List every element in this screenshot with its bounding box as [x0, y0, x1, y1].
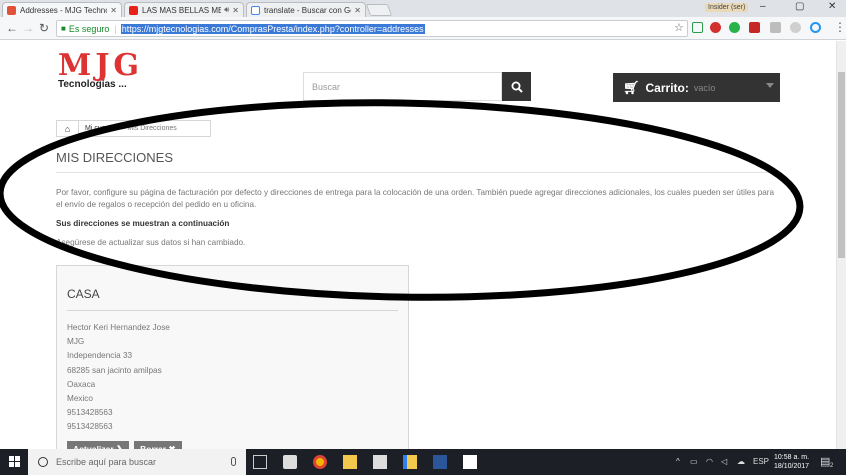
extension-blue-icon[interactable]: [810, 22, 821, 33]
cortana-icon: [38, 457, 48, 467]
word-icon[interactable]: [433, 455, 447, 469]
extension-shield-icon[interactable]: [692, 22, 703, 33]
microphone-icon[interactable]: [231, 457, 236, 466]
back-icon[interactable]: ←: [6, 21, 18, 35]
minimize-icon[interactable]: –: [760, 1, 766, 12]
system-clock[interactable]: 10:58 a. m. 18/10/2017: [774, 453, 809, 471]
battery-icon[interactable]: ▭: [690, 457, 698, 466]
tab-title: translate - Buscar con Go: [264, 5, 352, 15]
notepad-icon[interactable]: [463, 455, 477, 469]
clock-time: 10:58 a. m.: [774, 454, 810, 461]
extension-pocket-icon[interactable]: [749, 22, 760, 33]
browser-tab-strip: Addresses - MJG Technolo ✕ LAS MAS BELLA…: [0, 0, 846, 17]
extension-abp-icon[interactable]: [710, 22, 721, 33]
task-view-icon[interactable]: [253, 455, 267, 469]
favicon-icon: [7, 5, 16, 15]
onedrive-icon[interactable]: ☁︎: [737, 457, 745, 466]
tab-addresses[interactable]: Addresses - MJG Technolo ✕: [2, 2, 122, 17]
store-icon[interactable]: [283, 455, 297, 469]
close-tab-icon[interactable]: ✕: [232, 6, 239, 15]
extension-gray-icon[interactable]: [770, 22, 781, 33]
new-tab-button[interactable]: [365, 4, 393, 16]
browser-toolbar: ← → ↻ ■ Es seguro | https://mjgtecnologi…: [0, 17, 846, 40]
divider: |: [114, 23, 117, 34]
tray-chevron-icon[interactable]: ^: [676, 457, 680, 466]
file-explorer-icon[interactable]: [343, 455, 357, 469]
reload-icon[interactable]: ↻: [39, 21, 49, 35]
language-indicator[interactable]: ESP: [753, 457, 769, 466]
tab-translate[interactable]: translate - Buscar con Go ✕: [246, 2, 366, 17]
menu-kebab-icon[interactable]: ⋮: [834, 20, 846, 34]
address-bar[interactable]: ■ Es seguro | https://mjgtecnologias.com…: [56, 20, 688, 37]
secure-label: Es seguro: [68, 23, 110, 34]
secure-indicator[interactable]: ■ Es seguro: [61, 24, 109, 34]
extension-cloud-icon[interactable]: [790, 22, 801, 33]
close-window-icon[interactable]: ✕: [828, 1, 836, 12]
google-icon: [251, 5, 260, 15]
extension-green-icon[interactable]: [729, 22, 740, 33]
taskbar-search-input[interactable]: Escribe aquí para buscar: [28, 449, 246, 475]
bookmark-star-icon[interactable]: ☆: [674, 21, 684, 34]
scrollbar-thumb[interactable]: [838, 72, 845, 258]
speaker-icon[interactable]: 🔊︎: [224, 5, 229, 15]
web-page: MJG Tecnologías ... Buscar 🛒︎ Carrito: v…: [0, 41, 836, 449]
clock-date: 18/10/2017: [774, 463, 810, 470]
close-tab-icon[interactable]: ✕: [110, 6, 117, 15]
volume-icon[interactable]: ◁: [721, 457, 727, 466]
forward-icon[interactable]: →: [22, 21, 34, 35]
annotation-oval: [0, 99, 804, 301]
windows-start-icon[interactable]: [9, 456, 20, 467]
tab-title: Addresses - MJG Technolo: [20, 5, 108, 15]
sticky-notes-icon[interactable]: [403, 455, 417, 469]
taskbar-search-placeholder: Escribe aquí para buscar: [56, 457, 157, 467]
close-tab-icon[interactable]: ✕: [354, 6, 361, 15]
youtube-icon: [129, 5, 138, 15]
profile-chip[interactable]: Insider (ser): [705, 3, 749, 12]
chrome-icon[interactable]: [313, 455, 327, 469]
url-text[interactable]: https://mjgtecnologias.com/ComprasPresta…: [120, 23, 425, 34]
wifi-icon[interactable]: ◠: [706, 457, 713, 466]
tab-title: LAS MAS BELLAS MELO: [142, 5, 221, 15]
mail-icon[interactable]: [373, 455, 387, 469]
lock-icon: ■: [61, 24, 66, 33]
windows-taskbar: Escribe aquí para buscar ^ ▭ ◠ ◁ ☁︎ ESP …: [0, 449, 846, 475]
tab-youtube[interactable]: LAS MAS BELLAS MELO 🔊︎ ✕: [124, 2, 244, 17]
notifications-icon[interactable]: ▤: [820, 455, 830, 468]
notification-count: 2: [830, 463, 834, 469]
maximize-icon[interactable]: ▢: [795, 1, 804, 12]
